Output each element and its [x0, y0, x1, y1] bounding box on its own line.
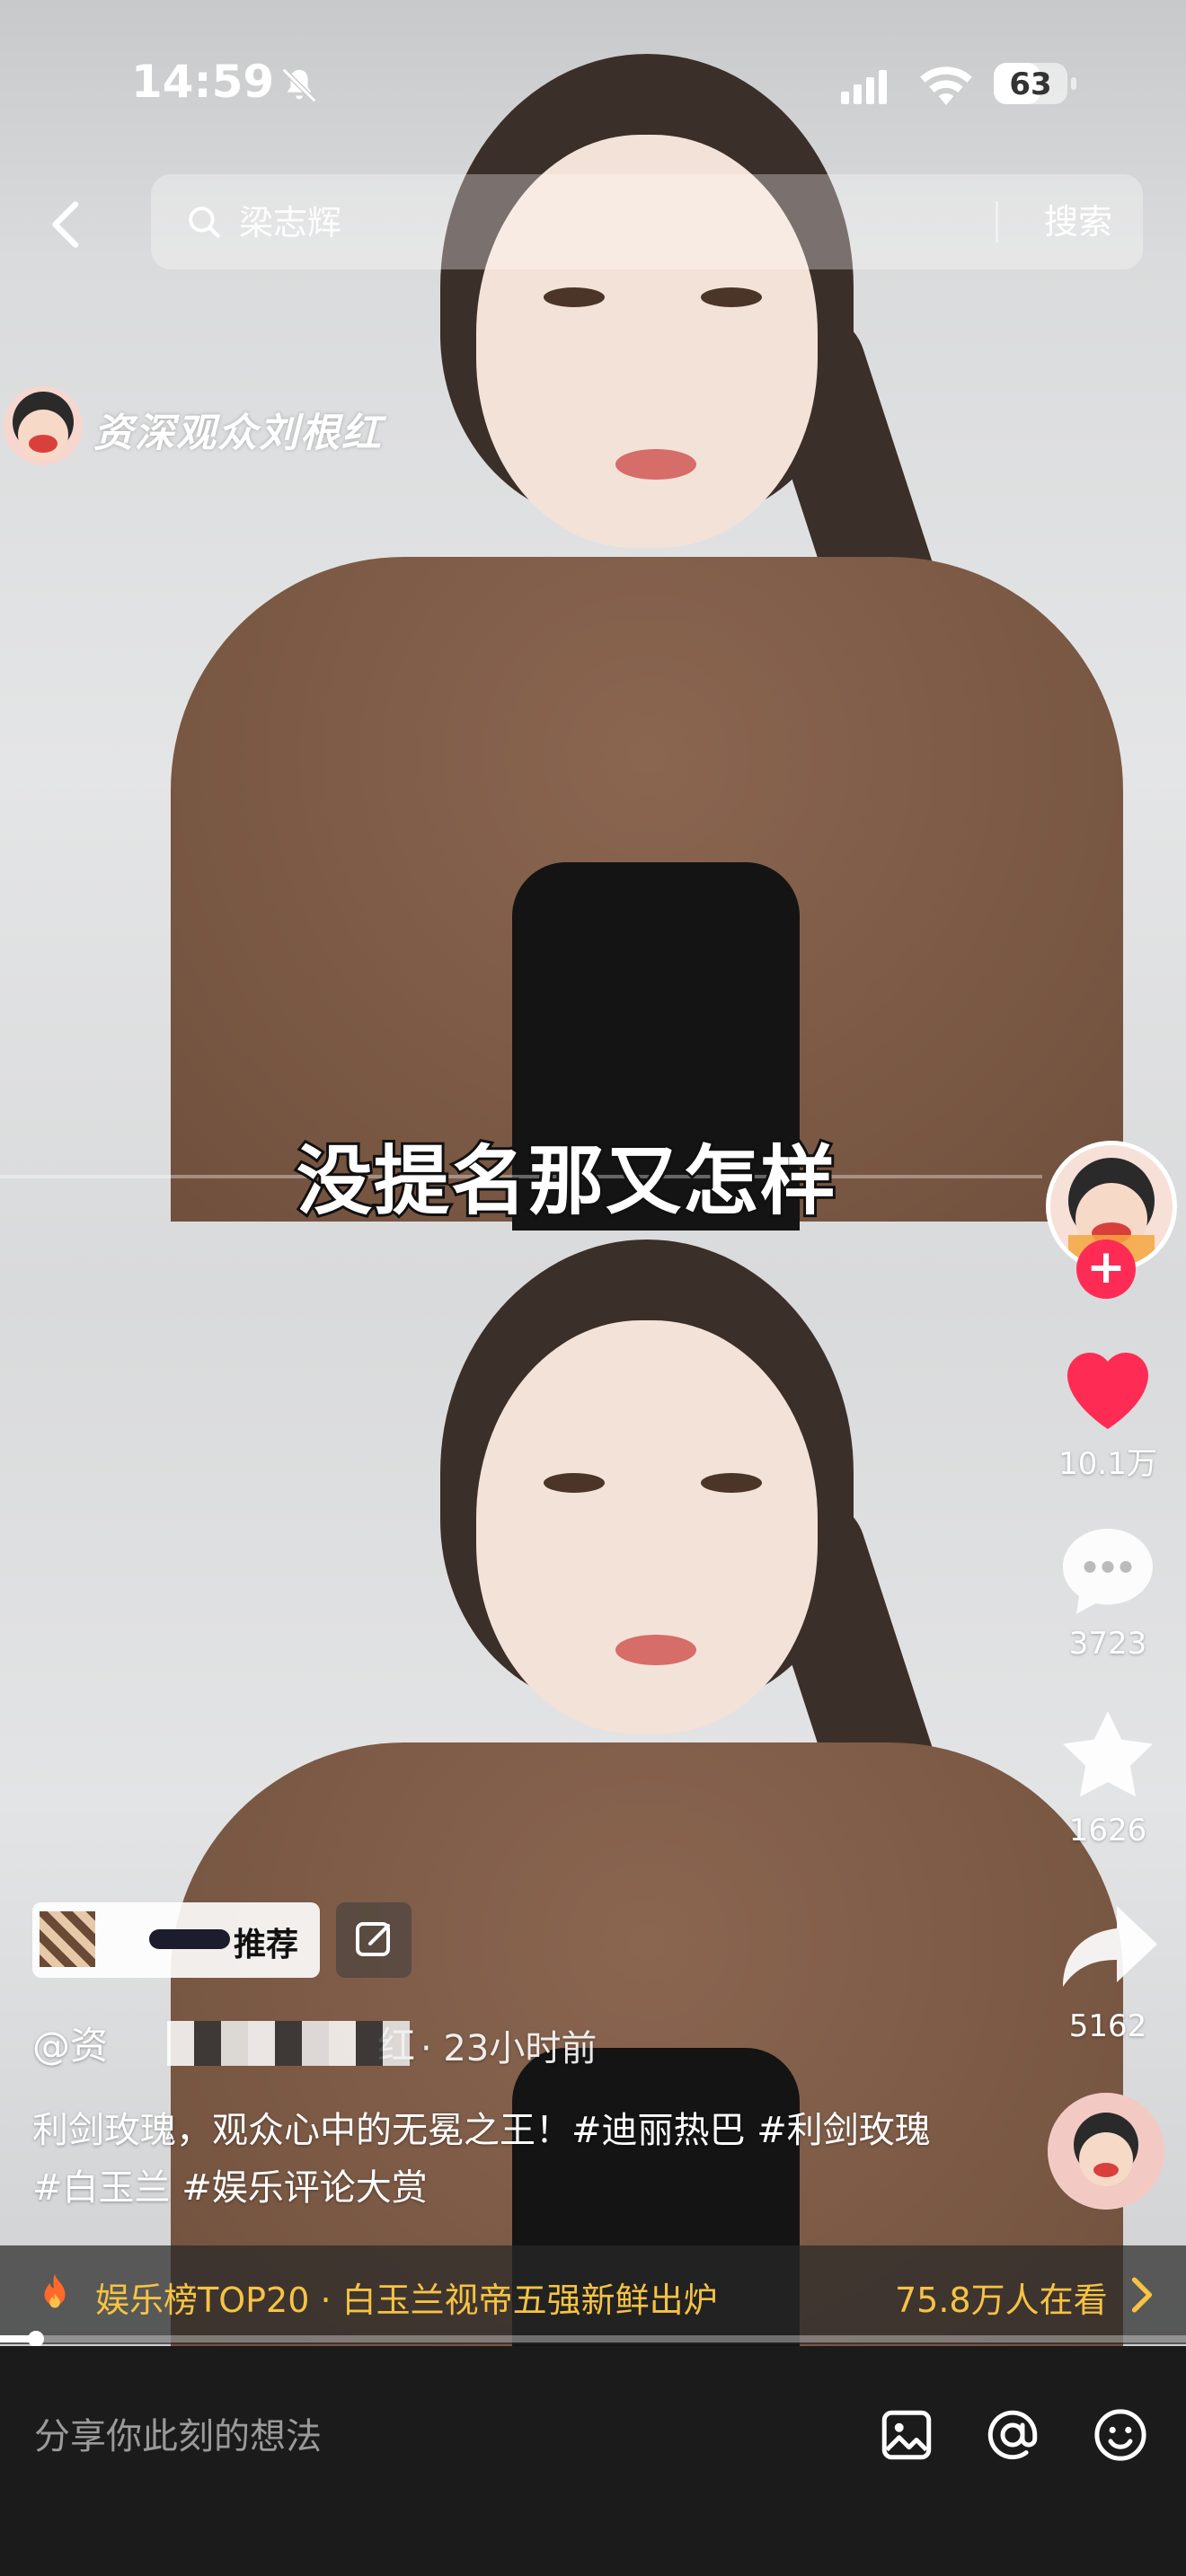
chevron-right-icon [1131, 2277, 1153, 2313]
mention-at-icon[interactable] [983, 2405, 1042, 2465]
recommend-label: 推荐 [234, 1927, 299, 1963]
post-time-ago: · 23小时前 [420, 2028, 597, 2069]
share-count: 5162 [1068, 2008, 1147, 2044]
cellular-signal-icon [841, 68, 891, 108]
search-icon [189, 207, 220, 238]
emoji-icon[interactable] [1091, 2405, 1150, 2465]
comment-bar [0, 2346, 1186, 2576]
search-input[interactable] [237, 198, 960, 248]
image-icon[interactable] [877, 2405, 936, 2465]
battery-level: 63 [1009, 66, 1052, 102]
battery-icon: 63 [994, 63, 1076, 104]
edit-pencil-icon [356, 1922, 390, 1956]
watching-count: 75.8万人在看 [895, 2280, 1108, 2320]
share-arrow-icon[interactable] [1051, 1897, 1164, 1996]
favorite-star-icon[interactable] [1051, 1705, 1164, 1804]
music-disc-icon[interactable] [1048, 2093, 1164, 2210]
watermark-avatar [4, 386, 83, 465]
like-count: 10.1万 [1058, 1446, 1157, 1482]
status-bar: 14:59 63 [0, 0, 1186, 171]
comment-bubble-icon[interactable] [1051, 1520, 1164, 1619]
progress-knob[interactable] [27, 2331, 44, 2347]
wifi-icon [920, 66, 972, 105]
comment-count: 3723 [1068, 1626, 1147, 1662]
playback-progress-bar[interactable] [0, 2331, 1186, 2347]
search-bar[interactable]: 搜索 [151, 174, 1143, 269]
silent-bell-icon [281, 67, 317, 103]
back-chevron-icon[interactable] [40, 198, 93, 251]
follow-plus-button[interactable]: + [1076, 1239, 1136, 1299]
author-prefix: @资 [32, 2024, 109, 2068]
edit-button[interactable] [336, 1902, 412, 1978]
video-caption: 没提名那又怎样 [294, 1134, 838, 1228]
status-time: 14:59 [131, 56, 275, 108]
search-button[interactable]: 搜索 [1024, 192, 1132, 251]
fire-icon [44, 2274, 66, 2308]
watermark-text: 资深观众刘根红 [93, 410, 383, 456]
author-name-mask [167, 2021, 410, 2066]
hot-list-banner[interactable]: 娱乐榜TOP20 · 白玉兰视帝五强新鲜出炉 75.8万人在看 [0, 2245, 1186, 2344]
search-divider [996, 201, 998, 243]
recommend-chip[interactable]: 推荐 [32, 1902, 320, 1978]
like-heart-icon[interactable] [1051, 1335, 1164, 1434]
recommender-avatar [40, 1911, 95, 1967]
comment-input[interactable] [32, 2400, 809, 2474]
post-description: 利剑玫瑰，观众心中的无冕之王！#迪丽热巴 #利剑玫瑰 #白玉兰 #娱乐评论大赏 [32, 2110, 931, 2209]
favorite-count: 1626 [1068, 1813, 1147, 1848]
recommender-name-mask [149, 1929, 230, 1949]
hot-list-text: 娱乐榜TOP20 · 白玉兰视帝五强新鲜出炉 [95, 2280, 718, 2320]
